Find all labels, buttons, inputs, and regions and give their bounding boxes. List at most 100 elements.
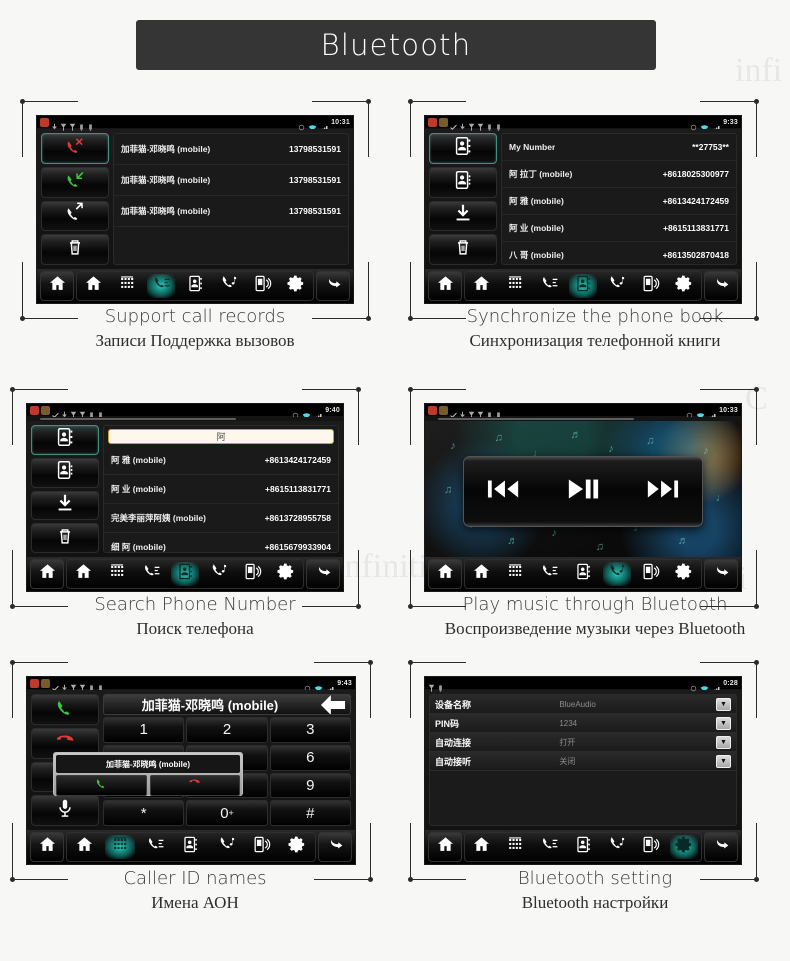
nav-item-phonebook[interactable] — [178, 272, 212, 300]
nav-item-keypad[interactable] — [101, 560, 135, 588]
setting-row[interactable]: 自动接听 关闭 ▼ — [430, 752, 736, 771]
nav-home-button[interactable] — [428, 559, 462, 589]
nav-home-button[interactable] — [428, 832, 462, 862]
nav-back-button[interactable] — [704, 271, 738, 301]
rail-button-1[interactable] — [31, 457, 99, 488]
dial-key-2[interactable]: 2 — [186, 717, 268, 743]
list-item[interactable]: 完美李丽萍阿姨 (mobile) +8613728955758 — [104, 504, 338, 533]
list-item[interactable]: 阿 拉丁 (mobile) +8618025300977 — [502, 161, 736, 188]
nav-item-gear[interactable] — [667, 833, 701, 861]
nav-item-music-note-phone[interactable] — [600, 272, 634, 300]
nav-item-phonebook[interactable] — [566, 272, 600, 300]
rail-button-3[interactable] — [41, 234, 109, 265]
nav-home-button[interactable] — [428, 271, 462, 301]
nav-item-phonebook[interactable] — [566, 560, 600, 588]
nav-item-call-records[interactable] — [532, 560, 566, 588]
nav-back-button[interactable] — [318, 832, 352, 862]
nav-item-phonebook[interactable] — [168, 560, 202, 588]
setting-row[interactable]: 自动连接 打开 ▼ — [430, 733, 736, 752]
rail-button-3[interactable] — [31, 795, 99, 826]
backspace-button[interactable] — [316, 695, 350, 714]
list-item[interactable]: 阿 雅 (mobile) +8613424172459 — [104, 446, 338, 475]
nav-home-button[interactable] — [40, 271, 74, 301]
nav-item-keypad[interactable] — [111, 272, 145, 300]
chevron-down-icon[interactable]: ▼ — [716, 735, 731, 749]
nav-item-mobile-signal[interactable] — [246, 272, 280, 300]
setting-row[interactable]: PIN码 1234 ▼ — [430, 714, 736, 733]
nav-item-home[interactable] — [465, 833, 499, 861]
search-input[interactable]: 阿 — [108, 429, 334, 444]
list-item[interactable]: 八 哥 (mobile) +8613502870418 — [502, 242, 736, 264]
rail-button-2[interactable] — [31, 490, 99, 521]
nav-item-mobile-signal[interactable] — [634, 560, 668, 588]
nav-item-home[interactable] — [67, 560, 101, 588]
nav-item-phonebook[interactable] — [566, 833, 600, 861]
chevron-down-icon[interactable]: ▼ — [716, 754, 731, 768]
rail-button-2[interactable] — [41, 200, 109, 232]
list-item[interactable]: 阿 业 (mobile) +8615113831771 — [502, 215, 736, 242]
rail-button-3[interactable] — [429, 234, 497, 265]
nav-item-mobile-signal[interactable] — [634, 833, 668, 861]
nav-item-keypad[interactable] — [499, 833, 533, 861]
contact-list[interactable]: 加菲猫-邓晓鸣 (mobile) 13798531591 加菲猫-邓晓鸣 (mo… — [113, 133, 349, 265]
nav-item-gear[interactable] — [279, 272, 313, 300]
nav-back-button[interactable] — [306, 559, 340, 589]
nav-item-music-note-phone[interactable] — [209, 833, 244, 861]
rail-button-2[interactable] — [429, 200, 497, 232]
nav-item-music-note-phone[interactable] — [202, 560, 236, 588]
dial-key-6[interactable]: 6 — [269, 744, 351, 771]
dial-display[interactable]: 加菲猫-邓晓鸣 (mobile) — [103, 694, 351, 715]
next-track-button[interactable] — [645, 478, 679, 505]
nav-item-phonebook[interactable] — [173, 833, 208, 861]
dial-key-hash[interactable]: # — [269, 800, 351, 826]
list-item[interactable]: 阿 业 (mobile) +8615113831771 — [104, 475, 338, 504]
nav-item-music-note-phone[interactable] — [600, 560, 634, 588]
nav-item-mobile-signal[interactable] — [244, 833, 279, 861]
list-item[interactable]: 细 阿 (mobile) +8615679933904 — [104, 533, 338, 552]
nav-item-music-note-phone[interactable] — [600, 833, 634, 861]
nav-home-button[interactable] — [30, 559, 64, 589]
nav-item-home[interactable] — [77, 272, 111, 300]
nav-item-call-records[interactable] — [134, 560, 168, 588]
nav-item-call-records[interactable] — [144, 272, 178, 300]
nav-item-keypad[interactable] — [499, 560, 533, 588]
rail-button-1[interactable] — [429, 166, 497, 198]
rail-button-1[interactable] — [41, 166, 109, 198]
nav-item-call-records[interactable] — [138, 833, 173, 861]
nav-item-home[interactable] — [67, 833, 102, 861]
nav-item-home[interactable] — [465, 272, 499, 300]
nav-item-keypad[interactable] — [102, 833, 137, 861]
list-item[interactable]: My Number **27753** — [502, 134, 736, 161]
rail-button-3[interactable] — [31, 523, 99, 553]
nav-back-button[interactable] — [704, 559, 738, 589]
nav-item-call-records[interactable] — [532, 833, 566, 861]
previous-track-button[interactable] — [487, 478, 521, 505]
rail-button-0[interactable] — [31, 425, 99, 455]
popup-reject-button[interactable] — [149, 775, 240, 796]
nav-home-button[interactable] — [30, 832, 64, 862]
play-pause-button[interactable] — [566, 478, 600, 505]
nav-item-gear[interactable] — [667, 560, 701, 588]
list-item[interactable]: 加菲猫-邓晓鸣 (mobile) 13798531591 — [114, 196, 348, 227]
dial-key-3[interactable]: 3 — [269, 717, 351, 743]
nav-item-gear[interactable] — [667, 272, 701, 300]
nav-item-music-note-phone[interactable] — [212, 272, 246, 300]
nav-back-button[interactable] — [316, 271, 350, 301]
rail-button-0[interactable] — [31, 694, 99, 725]
rail-button-0[interactable] — [429, 133, 497, 164]
rail-button-0[interactable] — [41, 133, 109, 164]
dial-key-star[interactable]: * — [103, 800, 185, 826]
list-item[interactable]: 加菲猫-邓晓鸣 (mobile) 13798531591 — [114, 165, 348, 196]
popup-answer-button[interactable] — [56, 775, 147, 796]
contact-list[interactable]: My Number **27753** 阿 拉丁 (mobile) +86180… — [501, 133, 737, 265]
chevron-down-icon[interactable]: ▼ — [716, 697, 731, 711]
nav-item-gear[interactable] — [269, 560, 303, 588]
dial-key-1[interactable]: 1 — [103, 717, 185, 743]
nav-item-call-records[interactable] — [532, 272, 566, 300]
list-item[interactable]: 阿 雅 (mobile) +8613424172459 — [502, 188, 736, 215]
nav-item-mobile-signal[interactable] — [634, 272, 668, 300]
list-item[interactable]: 加菲猫-邓晓鸣 (mobile) 13798531591 — [114, 134, 348, 165]
nav-item-gear[interactable] — [280, 833, 315, 861]
nav-item-mobile-signal[interactable] — [236, 560, 270, 588]
setting-row[interactable]: 设备名称 BlueAudio ▼ — [430, 695, 736, 714]
